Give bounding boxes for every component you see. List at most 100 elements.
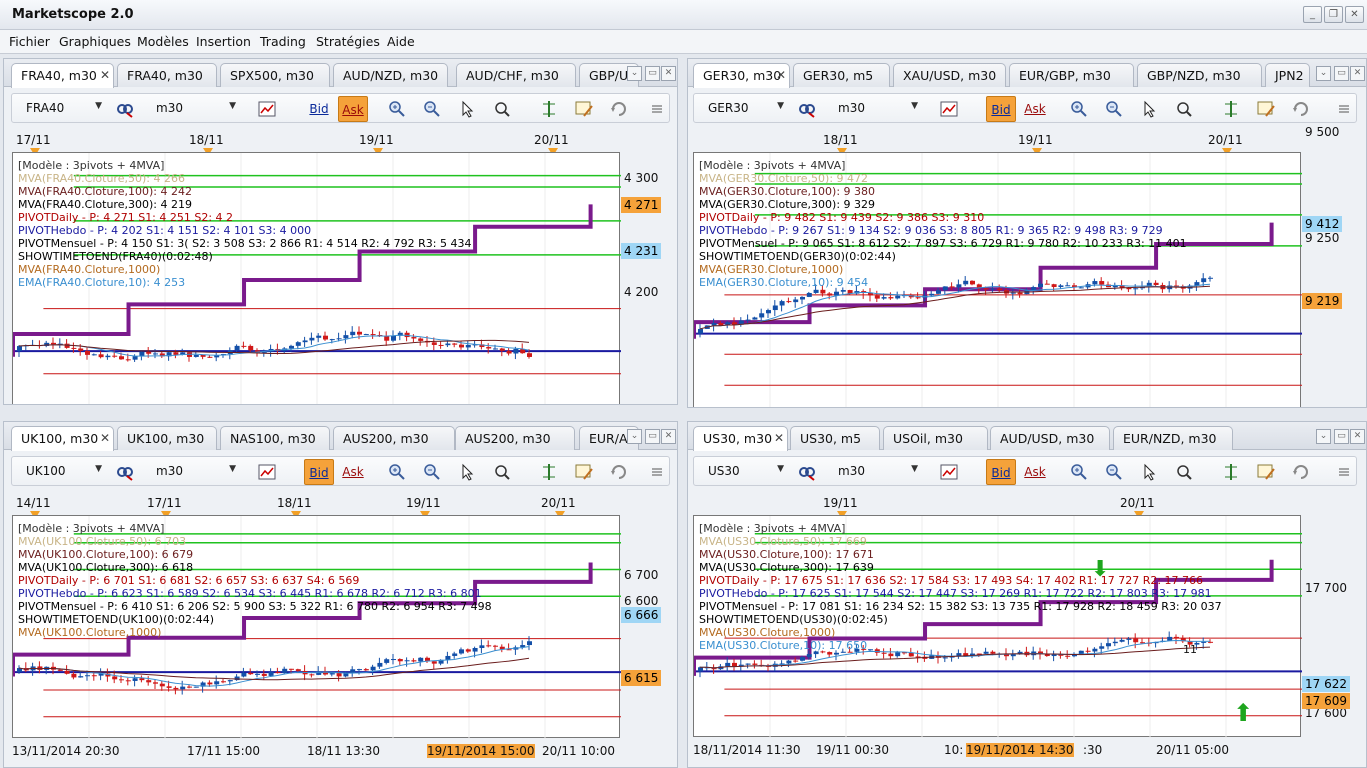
toolbar-menu-icon[interactable] [1338, 466, 1356, 484]
cursor-icon[interactable] [1140, 100, 1158, 118]
close-button[interactable]: ✕ [1345, 6, 1364, 23]
menu-aide[interactable]: Aide [387, 34, 415, 49]
magnify-icon[interactable] [493, 463, 511, 481]
properties-icon[interactable] [575, 100, 593, 118]
zoom-in-icon[interactable] [388, 463, 406, 481]
price-chart[interactable]: [Modèle : 3pivots + 4MVA] MVA(UK100.Clotu… [11, 515, 621, 739]
toolbar-menu-icon[interactable] [651, 103, 669, 121]
pane-close-icon[interactable]: ✕ [661, 66, 676, 81]
properties-icon[interactable] [1257, 463, 1275, 481]
tab-1[interactable]: US30, m5 [790, 426, 880, 450]
chart-type-icon[interactable] [940, 463, 958, 481]
zoom-out-icon[interactable] [1105, 463, 1123, 481]
tab-3[interactable]: AUD/USD, m30 [990, 426, 1110, 450]
tab-1[interactable]: GER30, m5 [793, 63, 890, 87]
crosshair-icon[interactable] [540, 100, 558, 118]
tab-1[interactable]: FRA40, m30 [117, 63, 217, 87]
refresh-icon[interactable] [1292, 463, 1310, 481]
tab-4[interactable]: EUR/NZD, m30 [1113, 426, 1233, 450]
ask-button[interactable]: Ask [1020, 459, 1050, 485]
tab-5[interactable]: JPN2 [1265, 63, 1310, 87]
menu-trading[interactable]: Trading [260, 34, 306, 49]
timeframe-dropdown[interactable]: m30 ▼ [156, 99, 238, 119]
cursor-icon[interactable] [458, 100, 476, 118]
close-tab-icon[interactable]: ✕ [100, 68, 110, 82]
tab-2[interactable]: XAU/USD, m30 [893, 63, 1006, 87]
symbol-dropdown[interactable]: UK100 ▼ [26, 462, 104, 482]
zoom-out-icon[interactable] [423, 100, 441, 118]
properties-icon[interactable] [575, 463, 593, 481]
price-chart[interactable]: [Modèle : 3pivots + 4MVA] MVA(FRA40.Clotu… [11, 152, 621, 404]
tab-list-icon[interactable]: ⌄ [627, 66, 642, 81]
pane-close-icon[interactable]: ✕ [661, 429, 676, 444]
zoom-out-icon[interactable] [423, 463, 441, 481]
cursor-icon[interactable] [458, 463, 476, 481]
tab-0[interactable]: US30, m30 ✕ [693, 426, 788, 451]
pane-minimize-icon[interactable]: ▭ [645, 429, 660, 444]
chart-type-icon[interactable] [258, 463, 276, 481]
pane-minimize-icon[interactable]: ▭ [645, 66, 660, 81]
zoom-in-icon[interactable] [1070, 463, 1088, 481]
timeframe-dropdown[interactable]: m30 ▼ [156, 462, 238, 482]
link-icon[interactable] [116, 100, 134, 118]
pane-minimize-icon[interactable]: ▭ [1334, 429, 1349, 444]
refresh-icon[interactable] [610, 463, 628, 481]
bid-button[interactable]: Bid [304, 96, 334, 122]
tab-2[interactable]: SPX500, m30 [220, 63, 330, 87]
cursor-icon[interactable] [1140, 463, 1158, 481]
tab-list-icon[interactable]: ⌄ [1316, 429, 1331, 444]
tab-3[interactable]: AUS200, m30 [333, 426, 455, 450]
tab-2[interactable]: NAS100, m30 [220, 426, 330, 450]
link-icon[interactable] [116, 463, 134, 481]
chart-type-icon[interactable] [258, 100, 276, 118]
tab-3[interactable]: EUR/GBP, m30 [1009, 63, 1134, 87]
magnify-icon[interactable] [1175, 463, 1193, 481]
refresh-icon[interactable] [1292, 100, 1310, 118]
toolbar-menu-icon[interactable] [651, 466, 669, 484]
tab-3[interactable]: AUD/NZD, m30 [333, 63, 448, 87]
symbol-dropdown[interactable]: FRA40 ▼ [26, 99, 104, 119]
link-icon[interactable] [798, 100, 816, 118]
menu-modeles[interactable]: Modèles [137, 34, 189, 49]
properties-icon[interactable] [1257, 100, 1275, 118]
ask-button[interactable]: Ask [338, 459, 368, 485]
price-chart[interactable]: [Modèle : 3pivots + 4MVA] MVA(US30.Clotur… [692, 515, 1302, 738]
bid-button[interactable]: Bid [986, 96, 1016, 122]
tab-0[interactable]: GER30, m30 ✕ [693, 63, 790, 88]
bid-button[interactable]: Bid [986, 459, 1016, 485]
pane-minimize-icon[interactable]: ▭ [1334, 66, 1349, 81]
zoom-in-icon[interactable] [1070, 100, 1088, 118]
pane-close-icon[interactable]: ✕ [1350, 66, 1365, 81]
bid-button[interactable]: Bid [304, 459, 334, 485]
zoom-out-icon[interactable] [1105, 100, 1123, 118]
price-chart[interactable]: [Modèle : 3pivots + 4MVA] MVA(GER30.Clotu… [692, 152, 1302, 407]
tab-4[interactable]: GBP/NZD, m30 [1137, 63, 1262, 87]
tab-4[interactable]: AUS200, m30 [455, 426, 575, 450]
restore-button[interactable]: ❐ [1324, 6, 1343, 23]
magnify-icon[interactable] [1175, 100, 1193, 118]
close-tab-icon[interactable]: ✕ [776, 68, 786, 82]
menu-insertion[interactable]: Insertion [196, 34, 251, 49]
crosshair-icon[interactable] [1222, 100, 1240, 118]
crosshair-icon[interactable] [540, 463, 558, 481]
tab-0[interactable]: FRA40, m30 ✕ [11, 63, 114, 88]
timeframe-dropdown[interactable]: m30 ▼ [838, 462, 920, 482]
menu-strategies[interactable]: Stratégies [316, 34, 380, 49]
ask-button[interactable]: Ask [1020, 96, 1050, 122]
refresh-icon[interactable] [610, 100, 628, 118]
timeframe-dropdown[interactable]: m30 ▼ [838, 99, 920, 119]
menu-graphiques[interactable]: Graphiques [59, 34, 131, 49]
menu-fichier[interactable]: Fichier [9, 34, 50, 49]
symbol-dropdown[interactable]: US30 ▼ [708, 462, 786, 482]
chart-type-icon[interactable] [940, 100, 958, 118]
symbol-dropdown[interactable]: GER30 ▼ [708, 99, 786, 119]
tab-2[interactable]: USOil, m30 [883, 426, 988, 450]
zoom-in-icon[interactable] [388, 100, 406, 118]
close-tab-icon[interactable]: ✕ [100, 431, 110, 445]
crosshair-icon[interactable] [1222, 463, 1240, 481]
tab-1[interactable]: UK100, m30 [117, 426, 217, 450]
tab-0[interactable]: UK100, m30 ✕ [11, 426, 114, 451]
minimize-button[interactable]: _ [1303, 6, 1322, 23]
pane-close-icon[interactable]: ✕ [1350, 429, 1365, 444]
close-tab-icon[interactable]: ✕ [774, 431, 784, 445]
